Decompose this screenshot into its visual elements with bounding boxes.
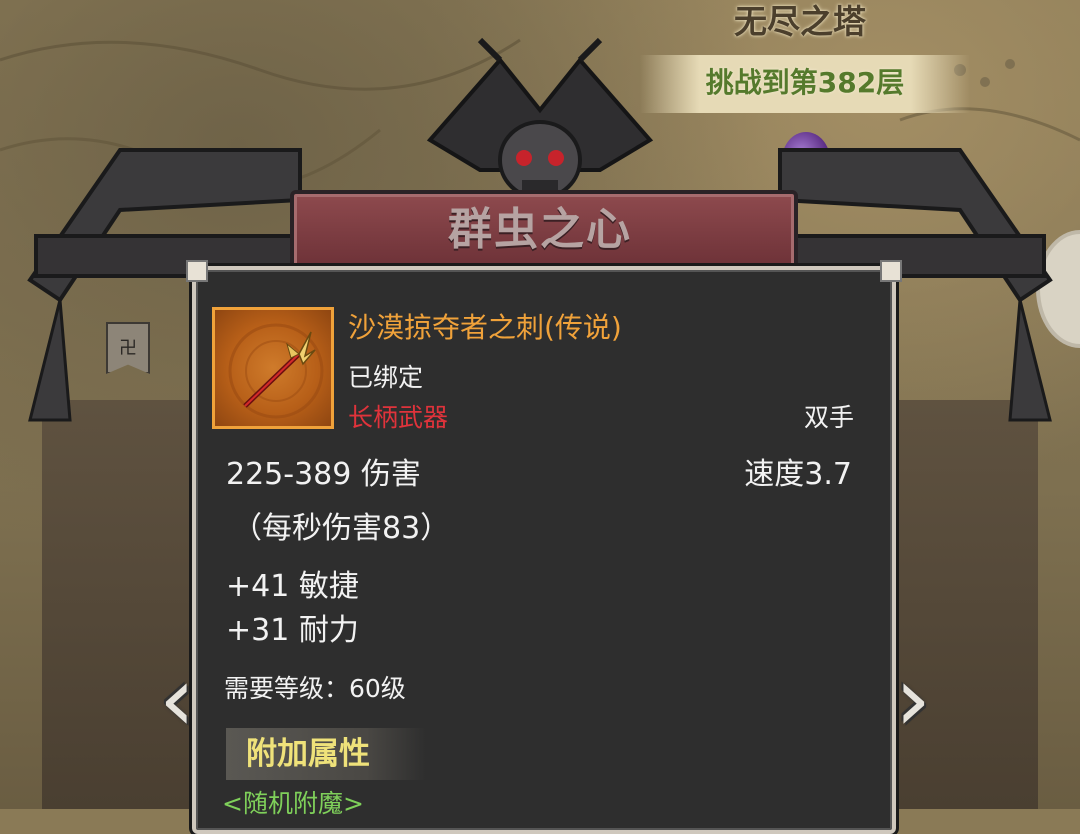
banner-symbol: 卍 [119,338,137,359]
polearm-icon [212,307,334,429]
item-handedness: 双手 [803,403,854,432]
item-bound-status: 已绑定 [348,363,424,392]
boss-name: 群虫之心 [448,204,632,255]
tooltip-corner [186,260,208,282]
item-damage: 225-389 伤害 [226,457,421,492]
item-agility: +41 敏捷 [226,569,359,604]
item-type: 长柄武器 [348,403,449,432]
tooltip-corner [880,260,902,282]
random-enchant: <随机附魔> [222,789,364,818]
item-dps: （每秒伤害83） [232,511,451,546]
item-name: 沙漠掠夺者之刺(传说) [348,311,622,344]
item-required-level: 需要等级：60级 [224,674,406,703]
item-speed: 速度3.7 [744,457,852,492]
extra-attributes-header: 附加属性 [246,736,370,772]
item-stamina: +31 耐力 [226,613,359,648]
